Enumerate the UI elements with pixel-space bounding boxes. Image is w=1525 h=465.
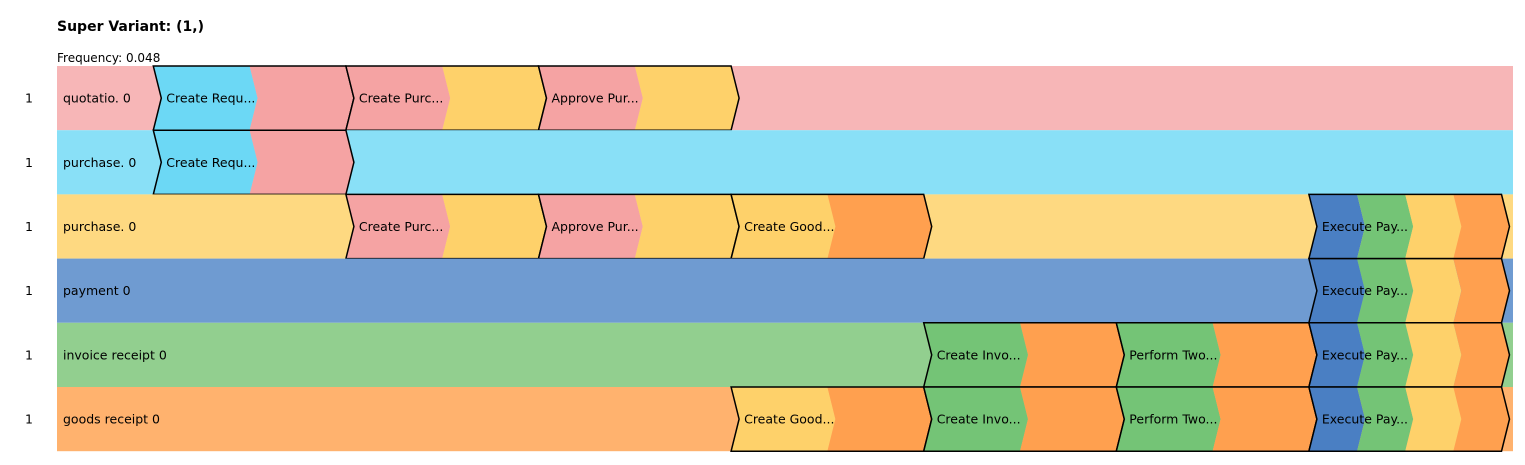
activity-segment: [827, 387, 932, 452]
activity-label: Create Invo...: [937, 347, 1021, 362]
activity-chevron[interactable]: Create Requ...: [152, 129, 355, 196]
lane-count: 1: [25, 219, 33, 234]
activity-segment: [249, 130, 354, 195]
activity-label: Create Requ...: [166, 91, 255, 106]
activity-segment: [442, 66, 547, 131]
activity-segment: [1212, 322, 1317, 387]
activity-label: Create Purc...: [359, 219, 443, 234]
lane-count: 1: [25, 347, 33, 362]
activity-segment: [1212, 387, 1317, 452]
activity-segment: [442, 194, 547, 259]
activity-label: Execute Pay...: [1322, 347, 1408, 362]
activity-segment: [1453, 322, 1510, 387]
activity-chevron[interactable]: Execute Pay...: [1307, 193, 1511, 260]
lane-name: purchase. 0: [63, 219, 136, 234]
activity-segment: [1405, 258, 1462, 323]
activity-chevron[interactable]: Create Invo...: [922, 386, 1126, 452]
activity-chevron[interactable]: Create Invo...: [922, 322, 1126, 388]
activity-chevron[interactable]: Perform Two...: [1115, 386, 1318, 452]
activity-segment: [1453, 387, 1510, 452]
activity-segment: [1453, 194, 1510, 259]
activity-chevron[interactable]: Create Requ...: [152, 65, 355, 131]
activity-segment: [634, 194, 740, 259]
activity-chevron[interactable]: Approve Pur...: [537, 65, 740, 131]
activity-segment: [1020, 387, 1125, 452]
activity-label: Approve Pur...: [552, 91, 639, 106]
activity-segment: [1405, 194, 1462, 259]
lane-count: 1: [25, 412, 33, 427]
lane-row: 1 quotatio. 0 Create Requ... Create Purc...…: [25, 65, 1513, 131]
lane-row: 1 payment 0 Execute Pay...: [25, 257, 1513, 324]
lane-row: 1 goods receipt 0 Create Good... Create Inv…: [25, 386, 1513, 452]
activity-segment: [249, 66, 354, 131]
activity-label: Execute Pay...: [1322, 283, 1408, 298]
activity-label: Execute Pay...: [1322, 219, 1408, 234]
activity-segment: [827, 194, 932, 259]
lane-count: 1: [25, 283, 33, 298]
activity-chevron[interactable]: Create Good...: [730, 193, 933, 260]
lane-name: purchase. 0: [63, 155, 136, 170]
activity-chevron[interactable]: Approve Pur...: [537, 193, 740, 260]
lane-background: [57, 258, 1513, 323]
activity-label: Execute Pay...: [1322, 412, 1408, 427]
lane-row: 1 purchase. 0 Create Requ...: [25, 129, 1513, 196]
lane-name: invoice receipt 0: [63, 347, 167, 362]
activity-label: Perform Two...: [1129, 347, 1217, 362]
lane-count: 1: [25, 155, 33, 170]
lane-name: goods receipt 0: [63, 412, 160, 427]
activity-label: Approve Pur...: [552, 219, 639, 234]
variant-lanes-diagram: 1 quotatio. 0 Create Requ... Create Purc...…: [25, 65, 1513, 452]
activity-chevron[interactable]: Execute Pay...: [1307, 257, 1511, 324]
activity-chevron[interactable]: Perform Two...: [1115, 322, 1318, 388]
lane-count: 1: [25, 91, 33, 106]
activity-segment: [1405, 322, 1462, 387]
activity-label: Create Good...: [744, 219, 834, 234]
activity-segment: [1453, 258, 1510, 323]
activity-segment: [1020, 322, 1125, 387]
activity-chevron[interactable]: Create Good...: [730, 386, 933, 452]
activity-chevron[interactable]: Create Purc...: [344, 193, 548, 260]
lane-row: 1 invoice receipt 0 Create Invo... Perform …: [25, 322, 1513, 388]
activity-chevron[interactable]: Execute Pay...: [1307, 386, 1511, 452]
lane-row: 1 purchase. 0 Create Purc... Approve Pur...…: [25, 193, 1513, 260]
activity-chevron[interactable]: Create Purc...: [344, 65, 548, 131]
activity-label: Create Good...: [744, 412, 834, 427]
activity-segment: [634, 66, 740, 131]
activity-label: Create Invo...: [937, 412, 1021, 427]
lane-name: payment 0: [63, 283, 131, 298]
activity-chevron[interactable]: Execute Pay...: [1307, 322, 1511, 388]
activity-label: Create Requ...: [166, 155, 255, 170]
lane-name: quotatio. 0: [63, 91, 131, 106]
activity-segment: [1405, 387, 1462, 452]
activity-label: Perform Two...: [1129, 412, 1217, 427]
activity-label: Create Purc...: [359, 91, 443, 106]
